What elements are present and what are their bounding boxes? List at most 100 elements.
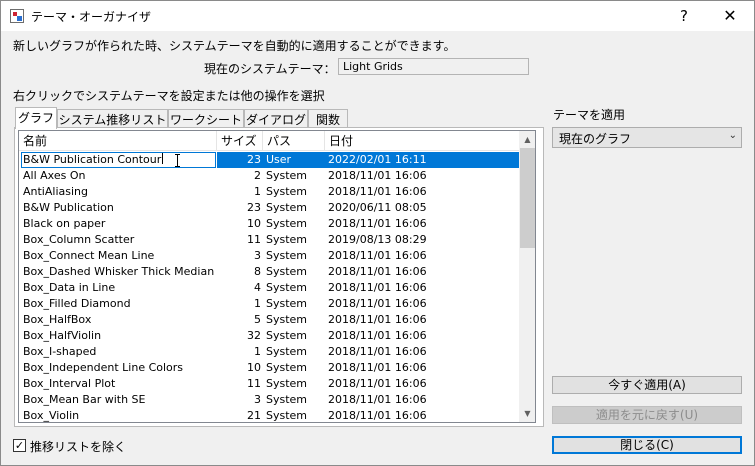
text-caret <box>162 153 164 164</box>
row-date: 2018/11/01 16:06 <box>328 377 427 390</box>
row-size: 32 <box>247 329 261 342</box>
row-date: 2018/11/01 16:06 <box>328 249 427 262</box>
row-name: B&W Publication <box>23 201 114 214</box>
undo-apply-button[interactable]: 適用を元に戻す(U) <box>552 406 742 424</box>
row-date: 2018/11/01 16:06 <box>328 313 427 326</box>
list-row[interactable]: B&W Publication Contour 23 User 2022/02/… <box>19 152 519 168</box>
ibeam-cursor-icon <box>175 154 182 167</box>
list-row[interactable]: Box_I-shaped 1 System 2018/11/01 16:06 <box>19 344 519 360</box>
current-theme-value: Light Grids <box>338 58 529 75</box>
tab-function[interactable]: 関数 <box>308 109 348 128</box>
row-size: 23 <box>217 152 263 168</box>
list-row[interactable]: Box_Interval Plot 11 System 2018/11/01 1… <box>19 376 519 392</box>
scroll-down-icon[interactable]: ▼ <box>519 405 535 422</box>
row-path: System <box>266 313 308 326</box>
row-size: 8 <box>254 265 261 278</box>
row-date: 2018/11/01 16:06 <box>328 409 427 422</box>
row-size: 10 <box>247 217 261 230</box>
theme-list[interactable]: 名前 サイズ パス 日付 B&W Publication Contour 23 … <box>18 130 536 423</box>
column-header-date[interactable]: 日付 <box>325 131 519 151</box>
row-name: Box_I-shaped <box>23 345 97 358</box>
row-path: System <box>266 377 308 390</box>
row-path: System <box>266 393 308 406</box>
row-size: 1 <box>254 297 261 310</box>
column-header-name[interactable]: 名前 <box>19 131 217 151</box>
row-name: Box_Interval Plot <box>23 377 116 390</box>
tab-worksheet[interactable]: ワークシート <box>168 109 244 128</box>
row-path: System <box>266 329 308 342</box>
apply-now-button[interactable]: 今すぐ適用(A) <box>552 376 742 394</box>
tab-system-history[interactable]: システム推移リスト <box>57 109 168 128</box>
close-button[interactable]: 閉じる(C) <box>552 436 742 454</box>
scroll-up-icon[interactable]: ▲ <box>519 131 535 148</box>
scrollbar-thumb[interactable] <box>520 148 535 248</box>
row-name: Box_Filled Diamond <box>23 297 131 310</box>
close-window-button[interactable]: ✕ <box>707 1 753 31</box>
list-row[interactable]: Box_Mean Bar with SE 3 System 2018/11/01… <box>19 392 519 408</box>
row-size: 4 <box>254 281 261 294</box>
row-path: User <box>263 152 325 168</box>
row-name: Box_Violin <box>23 409 80 422</box>
list-row[interactable]: Box_Data in Line 4 System 2018/11/01 16:… <box>19 280 519 296</box>
theme-organizer-dialog: テーマ・オーガナイザ ? ✕ 新しいグラフが作られた時、システムテーマを自動的に… <box>0 0 755 466</box>
column-header-path[interactable]: パス <box>263 131 325 151</box>
row-date: 2018/11/01 16:06 <box>328 281 427 294</box>
list-scrollbar[interactable]: ▲ ▼ <box>519 131 535 422</box>
exclude-history-label: 推移リストを除く <box>30 440 127 454</box>
row-date: 2018/11/01 16:06 <box>328 265 427 278</box>
list-row[interactable]: B&W Publication 23 System 2020/06/11 08:… <box>19 200 519 216</box>
row-path: System <box>266 169 308 182</box>
list-row[interactable]: Box_Dashed Whisker Thick Median 8 System… <box>19 264 519 280</box>
row-size: 5 <box>254 313 261 326</box>
list-row[interactable]: Box_Filled Diamond 1 System 2018/11/01 1… <box>19 296 519 312</box>
apply-target-value: 現在のグラフ <box>559 132 632 146</box>
list-row[interactable]: Box_HalfBox 5 System 2018/11/01 16:06 <box>19 312 519 328</box>
row-name: B&W Publication Contour <box>23 153 162 166</box>
row-path: System <box>266 185 308 198</box>
list-header: 名前 サイズ パス 日付 <box>19 131 519 151</box>
row-name: Box_Data in Line <box>23 281 116 294</box>
list-row[interactable]: Box_HalfViolin 32 System 2018/11/01 16:0… <box>19 328 519 344</box>
list-row[interactable]: All Axes On 2 System 2018/11/01 16:06 <box>19 168 519 184</box>
tab-dialog[interactable]: ダイアログ <box>244 109 308 128</box>
row-path: System <box>266 217 308 230</box>
row-path: System <box>266 409 308 422</box>
list-row[interactable]: AntiAliasing 1 System 2018/11/01 16:06 <box>19 184 519 200</box>
row-size: 3 <box>254 249 261 262</box>
row-name: Box_HalfViolin <box>23 329 102 342</box>
row-name: Box_Connect Mean Line <box>23 249 155 262</box>
help-button[interactable]: ? <box>661 1 707 31</box>
list-row[interactable]: Black on paper 10 System 2018/11/01 16:0… <box>19 216 519 232</box>
row-size: 1 <box>254 345 261 358</box>
row-size: 21 <box>247 409 261 422</box>
row-date: 2018/11/01 16:06 <box>328 393 427 406</box>
list-row[interactable]: Box_Connect Mean Line 3 System 2018/11/0… <box>19 248 519 264</box>
row-date: 2022/02/01 16:11 <box>325 152 519 168</box>
row-path: System <box>266 297 308 310</box>
apply-target-select[interactable]: 現在のグラフ ⌄ <box>552 127 742 148</box>
right-click-hint: 右クリックでシステムテーマを設定または他の操作を選択 <box>13 89 325 103</box>
row-name: Box_Column Scatter <box>23 233 135 246</box>
tab-graph[interactable]: グラフ <box>15 107 57 129</box>
row-path: System <box>266 249 308 262</box>
row-path: System <box>266 361 308 374</box>
chevron-down-icon: ⌄ <box>728 130 737 141</box>
app-icon <box>10 9 24 23</box>
row-date: 2018/11/01 16:06 <box>328 185 427 198</box>
list-row[interactable]: Box_Violin 21 System 2018/11/01 16:06 <box>19 408 519 422</box>
row-size: 2 <box>254 169 261 182</box>
row-size: 1 <box>254 185 261 198</box>
row-size: 23 <box>247 201 261 214</box>
row-date: 2018/11/01 16:06 <box>328 345 427 358</box>
list-row[interactable]: Box_Independent Line Colors 10 System 20… <box>19 360 519 376</box>
apply-theme-label: テーマを適用 <box>553 108 626 122</box>
row-name: AntiAliasing <box>23 185 88 198</box>
current-theme-label: 現在のシステムテーマ： <box>204 62 336 76</box>
column-header-size[interactable]: サイズ <box>217 131 263 151</box>
theme-name-edit[interactable]: B&W Publication Contour <box>21 152 216 168</box>
row-name: Box_HalfBox <box>23 313 92 326</box>
row-path: System <box>266 265 308 278</box>
list-row[interactable]: Box_Column Scatter 11 System 2019/08/13 … <box>19 232 519 248</box>
exclude-history-checkbox[interactable]: ✓ <box>13 439 26 452</box>
row-name: Box_Independent Line Colors <box>23 361 184 374</box>
